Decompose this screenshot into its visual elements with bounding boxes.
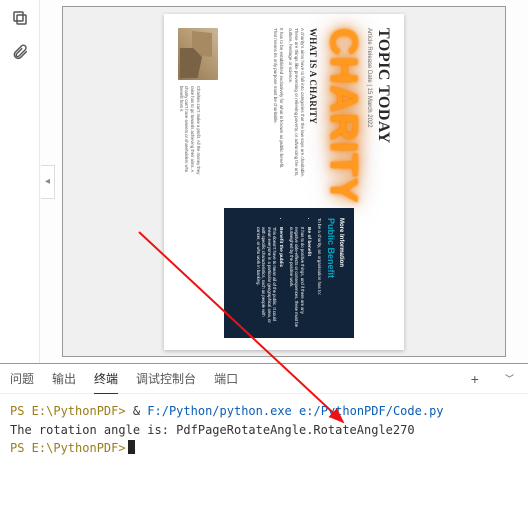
terminal-output[interactable]: PS E:\PythonPDF> & F:/Python/python.exe … — [0, 394, 528, 466]
terminal-dropdown-icon[interactable]: ﹀ — [501, 372, 518, 385]
info-bullet-2: Benefit the publicThis doesn't have to m… — [255, 227, 284, 328]
pdf-viewer-pane: ◂ TOPIC TODAY Article Release Date | 15 … — [0, 0, 528, 364]
doc-info-panel: More Information Public Benefit To be a … — [224, 208, 354, 338]
doc-bottom-text: Charities can't make a profit. All the m… — [178, 86, 201, 182]
doc-photo — [178, 28, 218, 80]
doc-body-1: A charity's aims have to fall into categ… — [287, 28, 305, 178]
pdf-document-container[interactable]: TOPIC TODAY Article Release Date | 15 Ma… — [62, 6, 506, 357]
terminal-cursor — [128, 440, 135, 454]
tab-terminal[interactable]: 终端 — [94, 370, 118, 387]
pdf-page: TOPIC TODAY Article Release Date | 15 Ma… — [164, 14, 404, 350]
info-more: More Information — [338, 218, 344, 328]
pdf-sidebar — [0, 0, 40, 363]
attachment-icon[interactable] — [10, 42, 30, 62]
doc-heading-charity: CHARITY — [324, 28, 362, 204]
panel-tabs: 问题 输出 终端 调试控制台 端口 + ﹀ — [0, 364, 528, 394]
sidebar-collapse-handle[interactable]: ◂ — [41, 165, 55, 199]
tab-ports[interactable]: 端口 — [214, 370, 238, 387]
doc-body-2: It has to be established exclusively for… — [272, 28, 284, 178]
tab-output[interactable]: 输出 — [52, 370, 76, 387]
new-terminal-icon[interactable]: + — [467, 371, 483, 387]
tab-problems[interactable]: 问题 — [10, 370, 34, 387]
info-bullet-1: Be of benefitIt has to do positive thing… — [288, 227, 312, 328]
info-public-benefit: Public Benefit — [326, 218, 336, 328]
doc-title: TOPIC TODAY — [374, 28, 392, 336]
terminal-panel: 问题 输出 终端 调试控制台 端口 + ﹀ PS E:\PythonPDF> &… — [0, 364, 528, 517]
copy-icon[interactable] — [10, 8, 30, 28]
info-lead: To be a charity, an organisation has to: — [317, 218, 322, 328]
tab-debug[interactable]: 调试控制台 — [136, 370, 196, 387]
doc-release-date: Article Release Date | 15 March 2022 — [366, 28, 372, 336]
